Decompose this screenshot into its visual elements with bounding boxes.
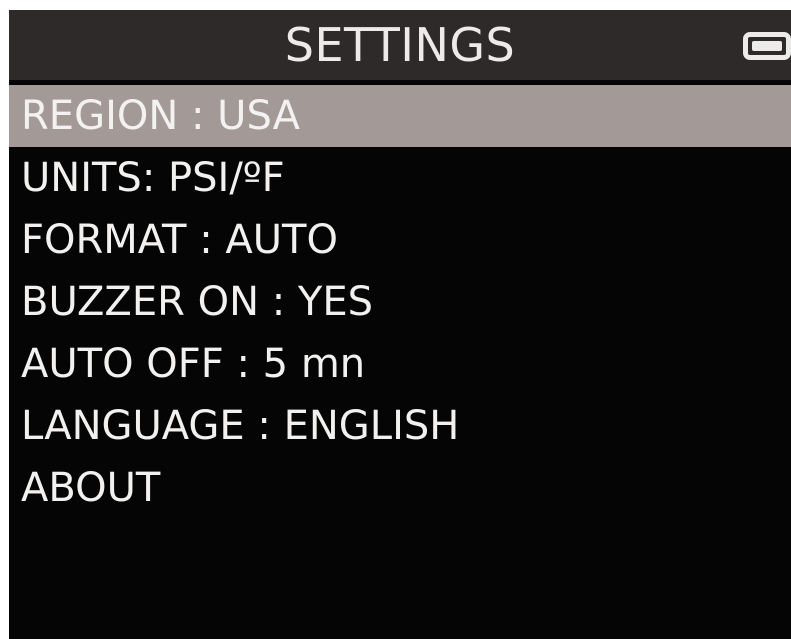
menu-item-language[interactable]: LANGUAGE : ENGLISH — [9, 395, 791, 457]
page-title: SETTINGS — [284, 18, 516, 72]
settings-menu: REGION : USA UNITS: PSI/ºF FORMAT : AUTO… — [9, 85, 791, 519]
device-screen: SETTINGS REGION : USA UNITS: PSI/ºF FORM… — [9, 10, 791, 639]
menu-item-buzzer[interactable]: BUZZER ON : YES — [9, 271, 791, 333]
menu-item-format[interactable]: FORMAT : AUTO — [9, 209, 791, 271]
title-bar: SETTINGS — [9, 10, 791, 80]
menu-item-auto-off[interactable]: AUTO OFF : 5 mn — [9, 333, 791, 395]
battery-level-fill — [752, 41, 782, 51]
menu-item-units[interactable]: UNITS: PSI/ºF — [9, 147, 791, 209]
battery-full-icon — [743, 32, 791, 60]
menu-item-about[interactable]: ABOUT — [9, 457, 791, 519]
menu-item-region[interactable]: REGION : USA — [9, 85, 791, 147]
